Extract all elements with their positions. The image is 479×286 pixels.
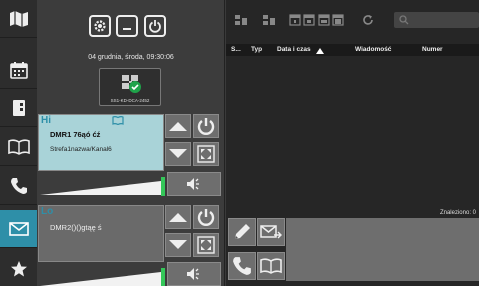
nav-rail: [0, 0, 37, 286]
channel-lo[interactable]: Lo DMR2()()gtąę ś: [38, 205, 164, 262]
power-icon: [197, 209, 215, 226]
column-datetime[interactable]: Data i czas: [277, 46, 311, 53]
nav-calendar[interactable]: [0, 51, 37, 89]
expand-icon: [197, 145, 215, 163]
search-icon: [399, 15, 409, 25]
minimize-icon: [123, 28, 131, 30]
nav-phonebook[interactable]: [0, 89, 37, 127]
minimize-button[interactable]: [116, 15, 138, 37]
channel-power-button[interactable]: [193, 205, 219, 229]
channel-up-button[interactable]: [165, 114, 191, 138]
messages-panel: S... Typ Data i czas Wiadomość Numer Zna…: [226, 0, 479, 286]
power-icon: [197, 118, 215, 135]
chevron-down-icon: [169, 240, 187, 249]
channel-name: DMR2()()gtąę ś: [50, 223, 102, 232]
power-icon: [149, 20, 161, 33]
phone-icon: [10, 177, 27, 194]
device-status[interactable]: SS1-KD-DCA-2452: [99, 68, 161, 106]
chevron-down-icon: [169, 149, 187, 158]
book-icon: [112, 116, 124, 125]
device-connected-icon: [122, 75, 141, 93]
forward-message-button[interactable]: [257, 218, 285, 246]
search-input[interactable]: [394, 12, 479, 28]
expand-button[interactable]: [193, 233, 219, 257]
channel-down-button[interactable]: [165, 142, 191, 166]
volume-slider-lo[interactable]: [38, 262, 166, 286]
pencil-icon: [235, 224, 250, 239]
device-label: SS1-KD-DCA-2452: [110, 98, 150, 103]
ptt-speaker-button[interactable]: [167, 172, 221, 196]
nav-favorites[interactable]: [0, 250, 37, 286]
envelope-icon: [8, 221, 29, 236]
channel-up-button[interactable]: [165, 205, 191, 229]
star-icon: [10, 261, 27, 277]
channel-tag: Lo: [41, 206, 54, 217]
channel-tag: Hi: [41, 115, 51, 126]
filter-icon[interactable]: [234, 14, 248, 26]
chevron-up-icon: [169, 122, 187, 131]
calendar-3days-icon[interactable]: [303, 14, 315, 26]
phonebook-icon: [12, 99, 25, 116]
dispatcher-window: 04 grudnia, środa, 09:30:06 SS1-KD-DCA-2…: [0, 0, 479, 286]
channel-hi[interactable]: Hi DMR1 76ąó ćź Strefa1nazwa/Kanal6: [38, 114, 164, 171]
filter-icon[interactable]: [262, 14, 276, 26]
volume-ramp: [40, 272, 161, 286]
power-button[interactable]: [144, 15, 166, 37]
expand-button[interactable]: [193, 142, 219, 166]
calendar-month-icon[interactable]: [332, 14, 344, 26]
nav-messages[interactable]: [0, 210, 37, 248]
channel-power-button[interactable]: [193, 114, 219, 138]
map-icon: [9, 10, 28, 27]
gear-icon: [94, 20, 106, 32]
nav-calls[interactable]: [0, 167, 37, 205]
expand-icon: [197, 236, 215, 254]
nav-map[interactable]: [0, 0, 37, 38]
channel-zone: Strefa1nazwa/Kanal6: [50, 146, 112, 153]
call-sender-button[interactable]: [228, 252, 256, 280]
calendar-icon: [9, 61, 28, 79]
chevron-up-icon: [169, 213, 187, 222]
channel-name: DMR1 76ąó ćź: [50, 130, 101, 139]
channel-down-button[interactable]: [165, 233, 191, 257]
book-icon: [7, 138, 30, 155]
sort-ascending-icon: [316, 48, 324, 54]
speaker-icon: [187, 178, 199, 190]
nav-book[interactable]: [0, 128, 37, 166]
column-message[interactable]: Wiadomość: [355, 46, 391, 53]
settings-button[interactable]: [89, 15, 111, 37]
phone-icon: [233, 257, 251, 275]
volume-indicator: [161, 268, 165, 286]
envelope-send-icon: [260, 225, 282, 239]
datetime-display: 04 grudnia, środa, 09:30:06: [88, 54, 174, 61]
column-status[interactable]: S...: [231, 46, 241, 53]
new-message-button[interactable]: [228, 218, 256, 246]
book-icon: [260, 258, 282, 274]
calendar-day-icon[interactable]: [289, 14, 301, 26]
volume-ramp: [40, 181, 161, 195]
speaker-icon: [187, 268, 199, 280]
calendar-week-icon[interactable]: [318, 14, 330, 26]
column-number[interactable]: Numer: [422, 46, 443, 53]
results-count: Znaleziono: 0: [439, 210, 476, 216]
messages-table-header: S... Typ Data i czas Wiadomość Numer: [226, 44, 479, 56]
add-to-book-button[interactable]: [257, 252, 285, 280]
refresh-icon[interactable]: [362, 14, 374, 26]
volume-indicator: [161, 177, 165, 196]
column-type[interactable]: Typ: [251, 46, 262, 53]
console-panel: 04 grudnia, środa, 09:30:06 SS1-KD-DCA-2…: [37, 0, 225, 286]
ptt-speaker-button[interactable]: [167, 262, 221, 286]
volume-slider-hi[interactable]: [38, 173, 166, 197]
message-preview: [286, 218, 479, 281]
